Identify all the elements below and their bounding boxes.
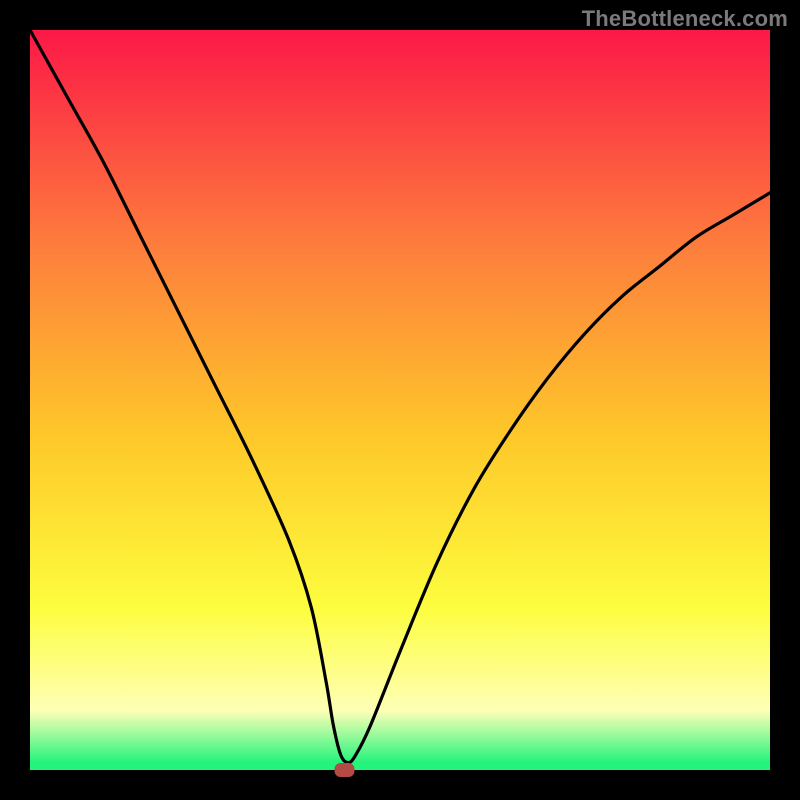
watermark-label: TheBottleneck.com: [582, 6, 788, 32]
plot-background: [30, 30, 770, 770]
chart-frame: TheBottleneck.com: [0, 0, 800, 800]
bottleneck-chart: [0, 0, 800, 800]
optimal-point-marker: [335, 763, 355, 777]
